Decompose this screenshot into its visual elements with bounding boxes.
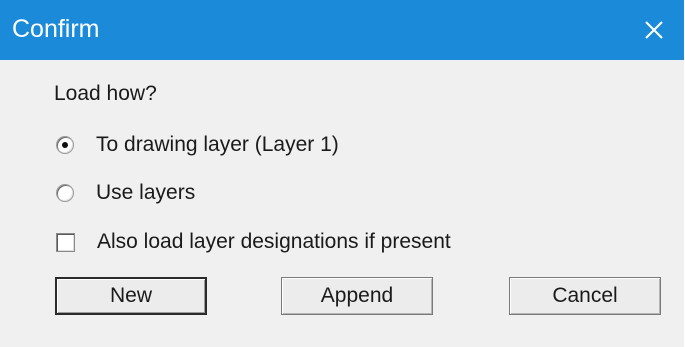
prompt-label: Load how? [54, 82, 157, 105]
radio-button-selected[interactable] [56, 136, 74, 154]
new-button[interactable]: New [55, 277, 207, 315]
window-title: Confirm [12, 15, 100, 43]
confirm-dialog: Confirm Load how? To drawing layer (Laye… [0, 0, 684, 347]
cancel-button[interactable]: Cancel [509, 277, 661, 315]
checkbox-load-layer-designations[interactable]: Also load layer designations if present [56, 229, 451, 255]
close-button[interactable] [624, 0, 684, 60]
checkbox-box[interactable] [56, 232, 75, 252]
close-icon [645, 21, 663, 39]
radio-dot-icon [62, 142, 68, 148]
checkbox-label: Also load layer designations if present [97, 230, 451, 253]
radio-button-unselected[interactable] [56, 184, 74, 202]
radio-label-to-drawing-layer: To drawing layer (Layer 1) [96, 133, 339, 156]
title-bar[interactable]: Confirm [0, 0, 684, 60]
dialog-body: Load how? To drawing layer (Layer 1) Use… [0, 60, 684, 347]
radio-label-use-layers: Use layers [96, 181, 196, 204]
radio-to-drawing-layer[interactable]: To drawing layer (Layer 1) [56, 132, 339, 158]
radio-use-layers[interactable]: Use layers [56, 180, 195, 206]
append-button[interactable]: Append [281, 277, 433, 315]
